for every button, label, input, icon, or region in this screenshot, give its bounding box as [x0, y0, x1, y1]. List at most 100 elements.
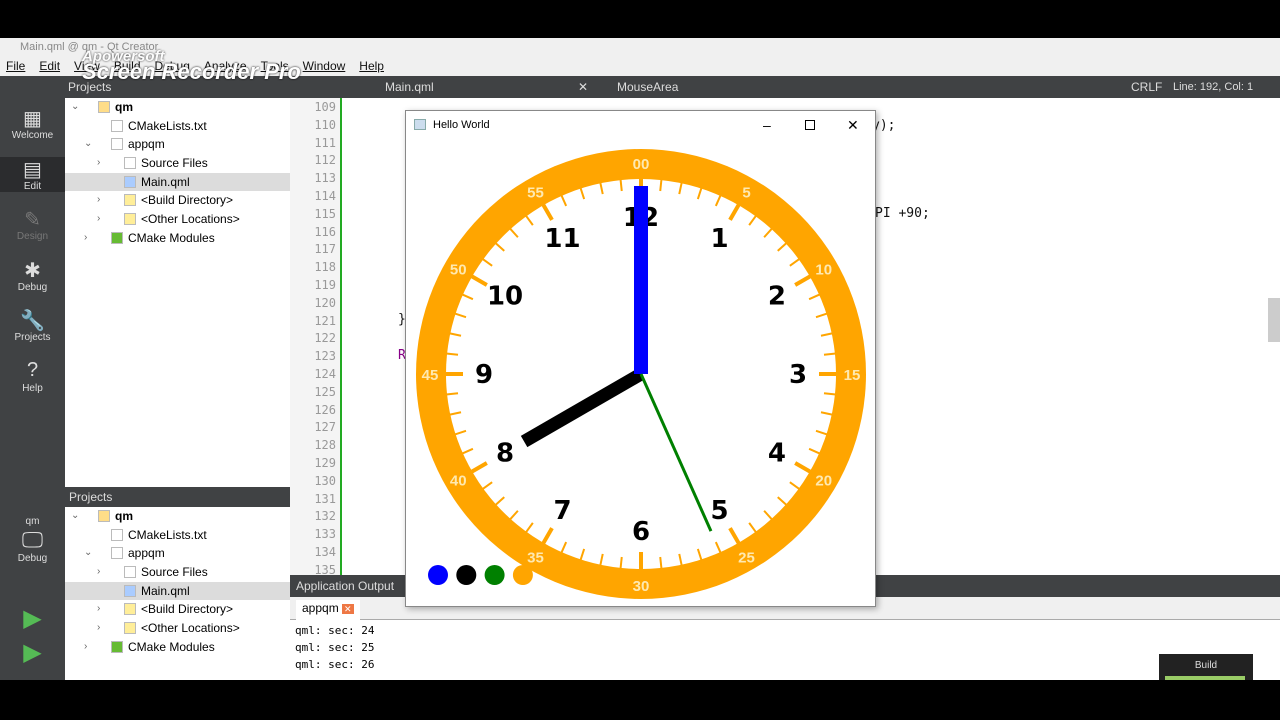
close-file-icon[interactable]: ✕ — [578, 76, 588, 98]
tree-item[interactable]: ⌄ appqm — [65, 544, 290, 563]
line-number: 114 — [314, 189, 336, 203]
line-number: 115 — [314, 206, 336, 221]
tree-item-label: Main.qml — [141, 583, 190, 598]
chevron-right-icon[interactable]: › — [97, 563, 100, 582]
pane-label[interactable]: Projects — [68, 76, 111, 98]
monitor-icon: 🖵 — [21, 527, 44, 552]
project-tree: ⌄ qm CMakeLists.txt ⌄ appqm › Source Files Main… — [65, 98, 290, 487]
tree-item-label: CMakeLists.txt — [128, 527, 207, 542]
line-number: 129 — [314, 456, 336, 470]
line-number: 119 — [314, 278, 336, 292]
cursor-position[interactable]: Line: 192, Col: 1 — [1173, 76, 1253, 98]
minute-label: 45 — [422, 367, 439, 384]
hour-number: 8 — [496, 439, 514, 469]
menu-build[interactable]: Build — [114, 56, 141, 76]
chevron-down-icon[interactable]: ⌄ — [84, 544, 92, 563]
line-number: 116 — [314, 224, 336, 239]
tree-item-label: Source Files — [141, 156, 208, 171]
tree-item-label: Main.qml — [141, 174, 190, 189]
line-number: 133 — [314, 527, 336, 542]
menu-debug[interactable]: Debug — [155, 56, 190, 76]
line-number: 125 — [314, 384, 336, 399]
chevron-right-icon[interactable]: › — [97, 619, 100, 638]
chevron-right-icon[interactable]: › — [84, 229, 87, 248]
tree-item[interactable]: › <Other Locations> — [65, 619, 290, 638]
minute-tick — [659, 178, 663, 192]
hello-world-window: Hello World – ✕ 00 5 10 15 20 25 30 35 40 45 50 55 1… — [405, 110, 876, 607]
color-dot-button[interactable] — [484, 565, 505, 585]
mode-label: Edit — [23, 180, 42, 192]
mode-debug[interactable]: ✱ Debug — [0, 258, 65, 293]
chevron-down-icon[interactable]: ⌄ — [84, 135, 92, 154]
menu-tools[interactable]: Tools — [261, 56, 289, 76]
tree-item[interactable]: CMakeLists.txt — [65, 526, 290, 545]
output-tab[interactable]: appqm ✕ — [296, 600, 360, 620]
menu-analyze[interactable]: Analyze — [204, 56, 247, 76]
line-number: 128 — [314, 438, 336, 453]
tree-item[interactable]: CMakeLists.txt — [65, 117, 290, 136]
tree-item[interactable]: › Source Files — [65, 154, 290, 173]
open-file-selector[interactable]: Main.qml — [385, 76, 434, 98]
symbol-selector[interactable]: MouseArea — [617, 76, 678, 98]
chevron-right-icon[interactable]: › — [97, 600, 100, 619]
minute-tick — [823, 392, 837, 396]
tree-item[interactable]: › CMake Modules — [65, 229, 290, 248]
menu-window[interactable]: Window — [303, 56, 346, 76]
output-line: qml: sec: 26 — [295, 658, 375, 671]
color-dot-button[interactable] — [428, 565, 448, 585]
tree-item[interactable]: Main.qml — [65, 581, 290, 601]
hour-number: 1 — [710, 224, 728, 254]
tree-item[interactable]: › Source Files — [65, 563, 290, 582]
chevron-down-icon[interactable]: ⌄ — [71, 507, 79, 526]
chevron-down-icon[interactable]: ⌄ — [71, 98, 79, 117]
tree-item[interactable]: › <Build Directory> — [65, 191, 290, 210]
color-dot-button[interactable] — [456, 565, 477, 585]
close-tab-icon[interactable]: ✕ — [342, 604, 354, 614]
mode-edit[interactable]: ▤ Edit — [0, 156, 65, 192]
line-number: 122 — [314, 331, 336, 346]
chevron-right-icon[interactable]: › — [97, 210, 100, 229]
tree-item[interactable]: ⌄ appqm — [65, 135, 290, 154]
minute-label: 40 — [450, 473, 467, 490]
minute-tick — [659, 556, 663, 570]
line-ending-selector[interactable]: CRLF — [1131, 76, 1162, 98]
tree-item[interactable]: Main.qml — [65, 172, 290, 192]
menu-file[interactable]: File — [6, 56, 25, 76]
output-line: qml: sec: 25 — [295, 641, 375, 654]
menu-view[interactable]: View — [74, 56, 100, 76]
hour-number: 10 — [487, 282, 523, 312]
editor-scrollbar[interactable] — [1268, 298, 1280, 342]
line-number: 131 — [314, 491, 336, 506]
file-icon — [111, 119, 123, 132]
mode-label: Debug — [17, 281, 48, 293]
tree-item[interactable]: › <Build Directory> — [65, 600, 290, 619]
mode-design[interactable]: ✎ Design — [0, 207, 65, 242]
line-number: 134 — [314, 545, 336, 559]
chevron-right-icon[interactable]: › — [84, 638, 87, 657]
menu-edit[interactable]: Edit — [39, 56, 60, 76]
mode-projects[interactable]: 🔧 Projects — [0, 308, 65, 343]
tree-item[interactable]: › <Other Locations> — [65, 210, 290, 229]
code-fragment: PI +90; — [875, 206, 930, 221]
tree-item-label: Source Files — [141, 565, 208, 580]
line-number: 127 — [314, 420, 336, 435]
file-icon — [124, 622, 136, 635]
tree-item[interactable]: ⌄ qm — [65, 98, 290, 117]
file-icon — [124, 603, 136, 616]
mode-welcome[interactable]: ▦ Welcome — [0, 106, 65, 141]
minute-label: 10 — [815, 262, 832, 279]
chevron-right-icon[interactable]: › — [97, 154, 100, 173]
hour-number: 2 — [768, 282, 786, 312]
kit-selector[interactable]: qm 🖵 Debug — [0, 516, 65, 564]
tree-item-label: <Build Directory> — [141, 193, 234, 208]
debug-run-button[interactable]: ▶ — [0, 638, 65, 667]
mode-label: Help — [22, 382, 43, 394]
tree-item[interactable]: › CMake Modules — [65, 638, 290, 657]
chevron-right-icon[interactable]: › — [97, 191, 100, 210]
tree-item[interactable]: ⌄ qm — [65, 507, 290, 526]
color-dot-button[interactable] — [512, 565, 533, 585]
menu-help[interactable]: Help — [359, 56, 384, 76]
file-icon — [111, 640, 123, 653]
mode-help[interactable]: ? Help — [0, 359, 65, 394]
run-button[interactable]: ▶ — [0, 604, 65, 633]
